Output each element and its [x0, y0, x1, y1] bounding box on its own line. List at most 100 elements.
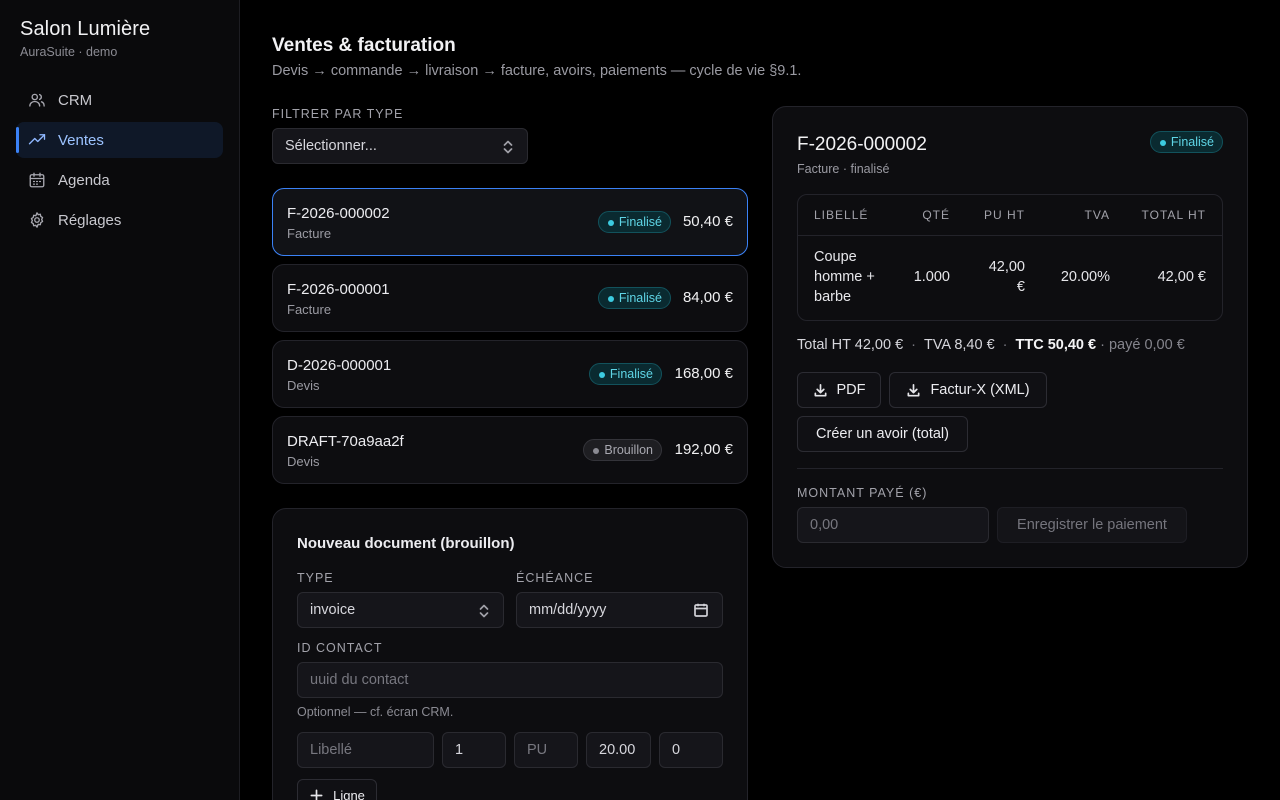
facturx-button-label: Factur-X (XML)	[930, 382, 1030, 398]
document-card[interactable]: D-2026-000001 Devis Finalisé 168,00 €	[272, 340, 748, 408]
sidebar-item-label: CRM	[58, 91, 93, 109]
add-line-label: Ligne	[333, 787, 365, 800]
paid-amount-input[interactable]: 0,00	[797, 507, 989, 543]
status-badge: Finalisé	[597, 287, 671, 309]
total-paid: · payé 0,00 €	[1100, 337, 1185, 353]
sidebar: Salon Lumière AuraSuite · demo CRM Vente…	[0, 0, 240, 800]
total-ttc: TTC 50,40 €	[1015, 337, 1097, 353]
contact-id-placeholder: uuid du contact	[310, 672, 409, 688]
page-subtitle: Devis → commande → livraison → facture, …	[272, 63, 802, 79]
totals-separator: ·	[911, 337, 916, 353]
row-unit-price-currency: €	[1016, 279, 1025, 295]
sidebar-item-agenda[interactable]: Agenda	[16, 162, 223, 198]
type-filter-select[interactable]: Sélectionner...	[272, 128, 528, 164]
trending-up-icon	[28, 134, 46, 145]
create-credit-note-button[interactable]: Créer un avoir (total)	[797, 416, 968, 452]
sidebar-item-reglages[interactable]: Réglages	[16, 202, 223, 238]
table-header-divider	[798, 235, 1222, 236]
section-divider	[797, 468, 1223, 469]
page-title: Ventes & facturation	[272, 35, 456, 56]
row-vat: 20.00%	[1060, 269, 1110, 285]
brand-subtitle: AuraSuite · demo	[20, 45, 118, 59]
sidebar-nav: CRM Ventes Agenda Réglages	[16, 82, 223, 242]
new-document-panel: Nouveau document (brouillon) TYPE invoic…	[272, 508, 748, 800]
detail-document-number: F-2026-000002	[797, 134, 927, 155]
line-qty-input[interactable]: 1	[442, 732, 506, 768]
type-select-value: invoice	[310, 602, 356, 618]
totals-summary: Total HT 42,00 € · TVA 8,40 € · TTC 50,40 € …	[797, 337, 1185, 353]
document-amount: 84,00 €	[682, 289, 733, 306]
pdf-download-button[interactable]: PDF	[797, 372, 881, 408]
chevron-up-down-icon	[501, 139, 515, 155]
document-number: F-2026-000002	[287, 205, 390, 222]
line-vat-value: 20.00	[599, 742, 636, 758]
download-icon	[907, 383, 920, 396]
line-items-table: LIBELLÉ QTÉ PU HT TVA TOTAL HT Coupe hom…	[797, 194, 1223, 321]
filter-label: FILTRER PAR TYPE	[272, 107, 404, 121]
status-badge: Brouillon	[583, 439, 662, 461]
sidebar-item-ventes[interactable]: Ventes	[16, 122, 223, 158]
line-qty-value: 1	[455, 742, 464, 758]
document-type: Devis	[287, 378, 320, 393]
line-discount-input[interactable]: 0	[659, 732, 723, 768]
users-icon	[29, 93, 45, 107]
download-icon	[814, 383, 826, 396]
document-detail-panel: F-2026-000002 Facture · finalisé Finalis…	[772, 106, 1248, 568]
row-label-line-2: homme +	[814, 269, 875, 285]
calendar-icon	[29, 172, 45, 188]
sidebar-item-label: Réglages	[58, 211, 122, 229]
document-card[interactable]: F-2026-000001 Facture Finalisé 84,00 €	[272, 264, 748, 332]
new-document-title: Nouveau document (brouillon)	[297, 535, 515, 552]
total-vat: TVA 8,40 €	[923, 337, 995, 353]
contact-id-label: ID CONTACT	[297, 641, 383, 655]
row-label-line-3: barbe	[814, 289, 852, 305]
gear-icon	[30, 212, 44, 228]
column-header-total: TOTAL HT	[1141, 208, 1206, 222]
sidebar-item-crm[interactable]: CRM	[16, 82, 223, 118]
document-number: D-2026-000001	[287, 357, 392, 374]
column-header-label: LIBELLÉ	[814, 208, 869, 222]
document-number: F-2026-000001	[287, 281, 390, 298]
facturx-download-button[interactable]: Factur-X (XML)	[889, 372, 1047, 408]
paid-amount-placeholder: 0,00	[810, 517, 839, 533]
brand-title: Salon Lumière	[20, 18, 151, 40]
line-unit-price-input[interactable]: PU	[514, 732, 578, 768]
document-type: Facture	[287, 226, 332, 241]
document-amount: 50,40 €	[682, 213, 733, 230]
chevron-up-down-icon	[477, 603, 491, 619]
type-label: TYPE	[297, 571, 334, 585]
row-total: 42,00 €	[1157, 269, 1206, 285]
document-type: Devis	[287, 454, 320, 469]
status-badge: Finalisé	[1149, 131, 1223, 153]
document-amount: 168,00 €	[674, 365, 733, 382]
line-discount-value: 0	[672, 742, 681, 758]
due-date-placeholder: mm/dd/yyyy	[529, 602, 607, 618]
row-qty: 1.000	[913, 269, 950, 285]
paid-amount-label: MONTANT PAYÉ (€)	[797, 486, 928, 500]
line-unit-price-placeholder: PU	[527, 742, 548, 758]
column-header-vat: TVA	[1084, 208, 1110, 222]
due-date-label: ÉCHÉANCE	[516, 571, 594, 585]
column-header-unit-price: PU HT	[984, 208, 1025, 222]
select-placeholder: Sélectionner...	[285, 138, 377, 154]
document-amount: 192,00 €	[674, 441, 733, 458]
status-badge: Finalisé	[588, 363, 662, 385]
document-card[interactable]: F-2026-000002 Facture Finalisé 50,40 €	[272, 188, 748, 256]
line-label-input[interactable]: Libellé	[297, 732, 434, 768]
line-vat-input[interactable]: 20.00	[586, 732, 651, 768]
calendar-icon[interactable]	[694, 603, 708, 621]
sidebar-item-label: Ventes	[58, 131, 104, 149]
detail-subtitle: Facture · finalisé	[797, 162, 890, 176]
add-line-button[interactable]: Ligne	[297, 779, 377, 800]
save-payment-button[interactable]: Enregistrer le paiement	[997, 507, 1187, 543]
due-date-input[interactable]: mm/dd/yyyy	[516, 592, 723, 628]
line-label-placeholder: Libellé	[310, 742, 352, 758]
contact-id-input[interactable]: uuid du contact	[297, 662, 723, 698]
total-ht: Total HT 42,00 €	[797, 337, 904, 353]
brand: Salon Lumière AuraSuite · demo	[20, 18, 150, 59]
plus-icon	[310, 789, 323, 800]
type-select[interactable]: invoice	[297, 592, 504, 628]
row-label-line-1: Coupe	[814, 249, 857, 265]
pdf-button-label: PDF	[836, 382, 866, 398]
document-card[interactable]: DRAFT-70a9aa2f Devis Brouillon 192,00 €	[272, 416, 748, 484]
